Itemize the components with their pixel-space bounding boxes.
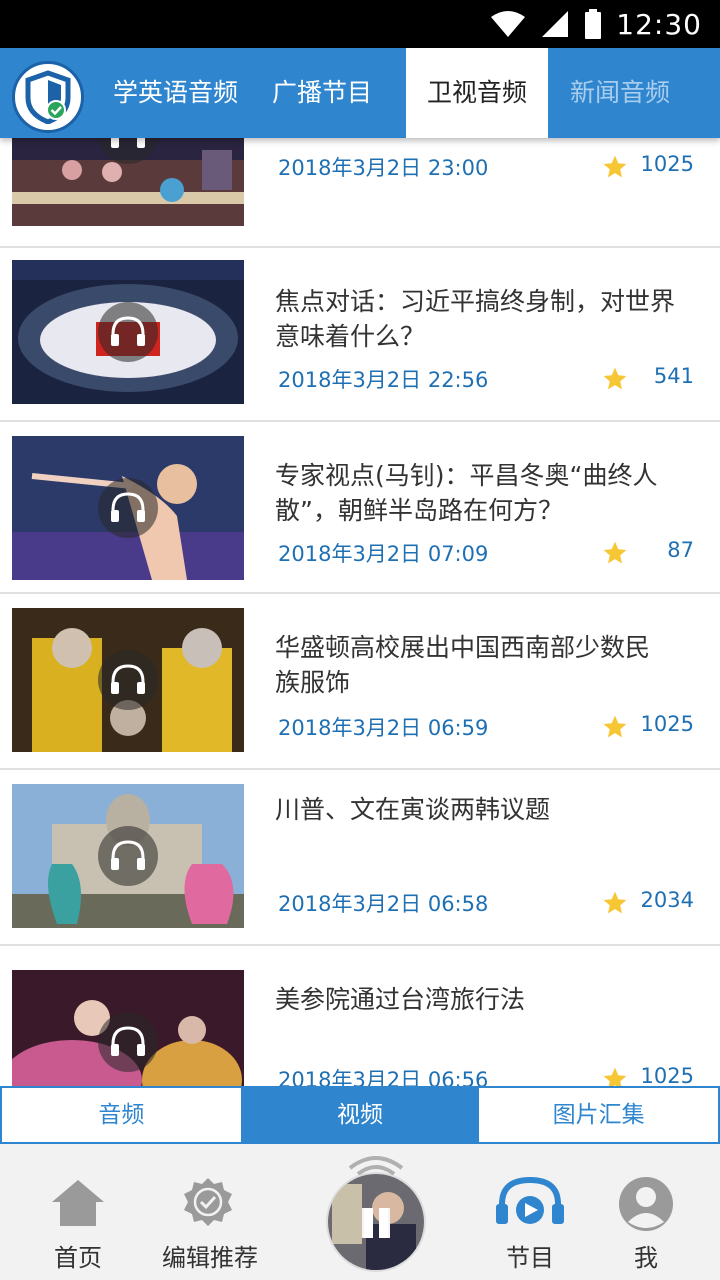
list-item[interactable]: 焦点对话：习近平搞终身制，对世界意味着什么？ 2018年3月2日 22:56 5… — [0, 248, 720, 422]
thumbnail — [12, 260, 244, 404]
now-playing-button[interactable] — [328, 1144, 424, 1280]
top-nav: 学英语音频 广播节目 卫视音频 新闻音频 — [0, 48, 720, 138]
thumbnail — [12, 608, 244, 752]
pause-icon — [364, 1208, 388, 1238]
audio-list: 2018年3月2日 23:00 1025 焦点对话：习近平搞终身制，对世界意味着… — [0, 138, 720, 1086]
nav-editor-picks[interactable]: 编辑推荐 — [150, 1144, 270, 1280]
badge-check-icon — [184, 1178, 232, 1226]
wifi-icon — [491, 11, 526, 37]
item-title: 焦点对话：习近平搞终身制，对世界意味着什么？ — [275, 287, 676, 351]
segment-photo-gallery[interactable]: 图片汇集 — [479, 1088, 718, 1142]
home-icon — [52, 1180, 104, 1226]
thumbnail — [12, 138, 244, 226]
media-type-segment: 音频 视频 图片汇集 — [0, 1086, 720, 1144]
nav-me[interactable]: 我 — [610, 1144, 682, 1280]
tab-satellite-tv-audio[interactable]: 卫视音频 — [406, 48, 548, 138]
nav-me-label: 我 — [634, 1244, 658, 1272]
play-count: 87 — [667, 538, 694, 562]
star-icon — [603, 155, 627, 178]
clock: 12:30 — [616, 7, 702, 41]
battery-icon — [585, 9, 602, 39]
status-bar: 12:30 — [0, 0, 720, 48]
publish-date: 2018年3月2日 22:56 — [278, 368, 489, 392]
app-logo[interactable] — [12, 61, 84, 133]
list-item[interactable]: 川普、文在寅谈两韩议题 2018年3月2日 06:58 2034 — [0, 770, 720, 946]
list-item[interactable]: 2018年3月2日 23:00 1025 — [0, 138, 720, 248]
user-avatar-icon — [619, 1177, 673, 1231]
item-title: 美参院通过台湾旅行法 — [275, 985, 526, 1014]
play-count: 1025 — [640, 152, 694, 176]
nav-programs[interactable]: 节目 — [490, 1144, 570, 1280]
star-icon — [603, 891, 627, 914]
item-title: 华盛顿高校展出中国西南部少数民族服饰 — [275, 633, 651, 697]
star-icon — [603, 715, 627, 738]
cellular-signal-icon — [542, 11, 569, 37]
headphones-icon — [98, 650, 158, 710]
item-title: 专家视点(马钊)：平昌冬奥“曲终人散”，朝鲜半岛路在何方？ — [275, 461, 658, 525]
segment-audio[interactable]: 音频 — [2, 1088, 241, 1142]
publish-date: 2018年3月2日 07:09 — [278, 542, 489, 566]
broadcast-waves-icon — [348, 1156, 404, 1176]
star-icon — [603, 541, 627, 564]
nav-editor-picks-label: 编辑推荐 — [162, 1244, 258, 1272]
play-count: 2034 — [640, 888, 694, 912]
thumbnail — [12, 436, 244, 580]
play-count: 541 — [653, 364, 694, 388]
publish-date: 2018年3月2日 06:58 — [278, 892, 489, 916]
publish-date: 2018年3月2日 06:59 — [278, 716, 489, 740]
list-item[interactable]: 华盛顿高校展出中国西南部少数民族服饰 2018年3月2日 06:59 1025 — [0, 594, 720, 770]
play-count: 1025 — [640, 712, 694, 736]
publish-date: 2018年3月2日 23:00 — [278, 156, 489, 180]
publish-date: 2018年3月2日 06:56 — [278, 1068, 489, 1086]
shield-check-icon — [25, 70, 71, 124]
play-count: 1025 — [640, 1064, 694, 1086]
nav-home[interactable]: 首页 — [36, 1144, 120, 1280]
headphones-icon — [98, 302, 158, 362]
list-item[interactable]: 专家视点(马钊)：平昌冬奥“曲终人散”，朝鲜半岛路在何方？ 2018年3月2日 … — [0, 422, 720, 594]
headphones-icon — [98, 1012, 158, 1072]
nav-programs-label: 节目 — [506, 1244, 554, 1272]
tab-learn-english-audio[interactable]: 学英语音频 — [113, 48, 238, 138]
tab-news-audio[interactable]: 新闻音频 — [570, 48, 670, 138]
tab-radio-programs[interactable]: 广播节目 — [272, 48, 372, 138]
segment-video[interactable]: 视频 — [240, 1088, 480, 1142]
list-item[interactable]: 美参院通过台湾旅行法 2018年3月2日 06:56 1025 — [0, 946, 720, 1086]
thumbnail — [12, 970, 244, 1086]
star-icon — [603, 367, 627, 390]
item-title: 川普、文在寅谈两韩议题 — [275, 795, 551, 824]
bottom-nav: 首页 编辑推荐 节目 我 — [0, 1144, 720, 1280]
headphones-icon — [98, 826, 158, 886]
headphones-icon — [98, 478, 158, 538]
nav-home-label: 首页 — [54, 1244, 102, 1272]
star-icon — [603, 1067, 627, 1086]
headphones-play-icon — [496, 1176, 564, 1224]
thumbnail — [12, 784, 244, 928]
